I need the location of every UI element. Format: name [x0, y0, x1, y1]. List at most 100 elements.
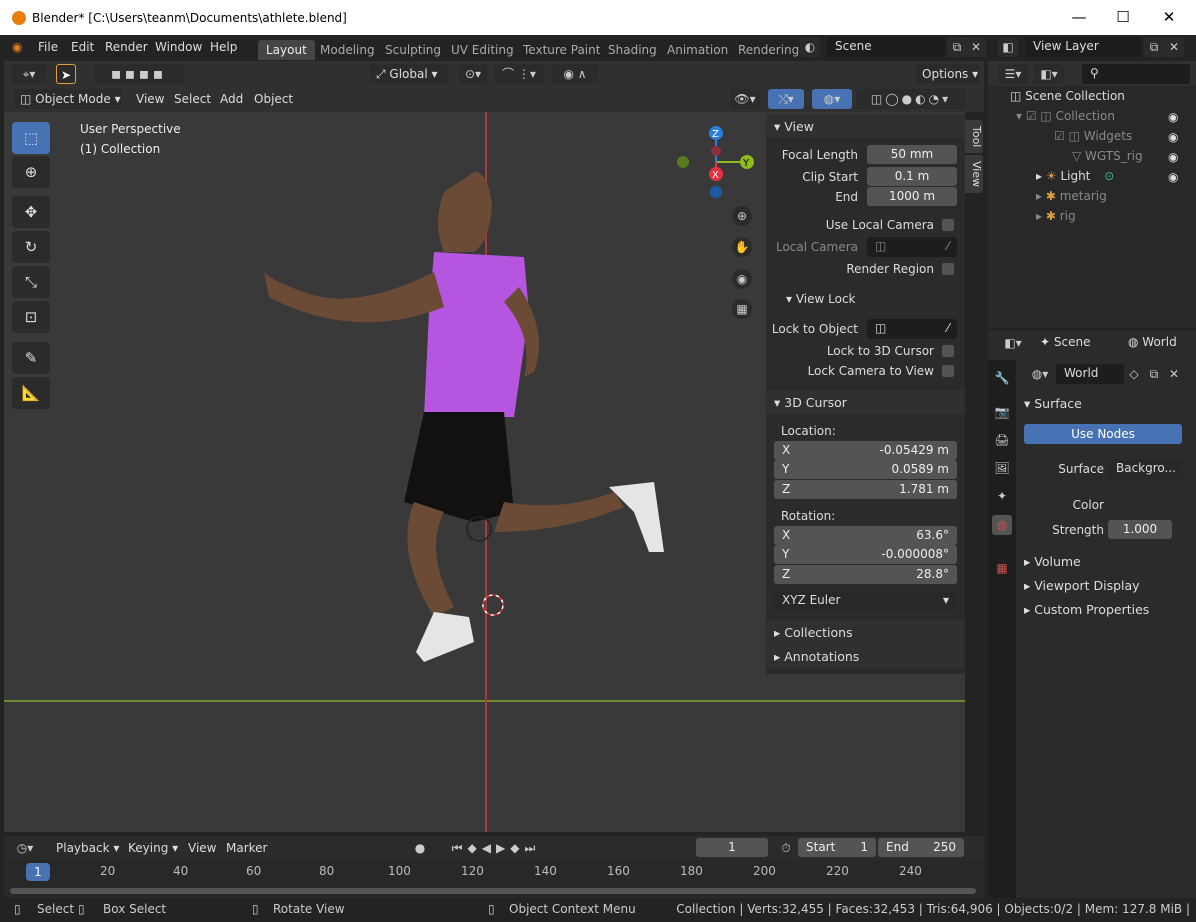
view-layer-props-icon[interactable]: 🖼 — [992, 458, 1012, 478]
outliner-row[interactable]: ☑ ◫ Widgets — [1054, 129, 1132, 149]
viewport-display-panel-header[interactable]: ▸ Viewport Display — [1024, 578, 1140, 593]
pan-hand-icon[interactable]: ✋ — [732, 237, 752, 257]
new-scene-icon[interactable]: ⧉ — [947, 37, 967, 57]
use-nodes-button[interactable]: Use Nodes — [1024, 424, 1182, 444]
world-name-field[interactable]: World — [1056, 364, 1124, 384]
object-mode-dropdown[interactable]: ◫ Object Mode ▾ — [14, 89, 122, 109]
render-region-checkbox[interactable] — [942, 263, 954, 275]
render-props-icon[interactable]: 📷 — [992, 402, 1012, 422]
outliner-row[interactable]: ▽ WGTS_rig — [1072, 149, 1143, 169]
view-lock-header[interactable]: ▾ View Lock — [786, 292, 856, 306]
use-local-camera-checkbox[interactable] — [942, 219, 954, 231]
cursor-location-z[interactable]: Z 1.781 m — [774, 480, 957, 499]
outliner-search-input[interactable]: ⚲ — [1082, 64, 1190, 84]
outliner-editor-icon[interactable]: ☰▾ — [998, 64, 1028, 84]
cursor-rotation-z[interactable]: Z 28.8° — [774, 565, 957, 584]
rotation-mode-dropdown[interactable]: XYZ Euler ▾ — [774, 591, 957, 611]
focal-length-field[interactable]: 50 mm — [867, 145, 957, 164]
options-dropdown[interactable]: Options ▾ — [916, 64, 980, 84]
header-menu-view[interactable]: View — [130, 89, 171, 109]
scene-field[interactable]: Scene — [827, 37, 945, 57]
scene-props-icon[interactable]: ✦ — [992, 486, 1012, 506]
playback-controls-icons[interactable]: ⏮◆◀▶◆⏭ — [436, 838, 556, 858]
lock-to-object-field[interactable]: ◫ ⁄ — [867, 319, 957, 339]
texture-props-icon[interactable]: ▦ — [992, 558, 1012, 578]
timeline-marker-menu[interactable]: Marker — [220, 838, 273, 858]
unlink-world-icon[interactable]: ✕ — [1164, 364, 1184, 384]
tab-rendering[interactable]: Rendering — [730, 40, 807, 60]
color-swatch[interactable] — [1108, 495, 1182, 515]
outliner-row[interactable]: ▸ ✱ metarig — [1036, 189, 1107, 209]
end-frame-field[interactable]: End 250 — [878, 838, 964, 857]
timeline-view-menu[interactable]: View — [182, 838, 222, 858]
current-frame-field[interactable]: 1 — [696, 838, 768, 857]
header-menu-add[interactable]: Add — [214, 89, 250, 109]
measure-tool-icon[interactable]: 📐 — [12, 377, 50, 409]
scene-browse-icon[interactable]: ◐ — [800, 37, 820, 57]
tab-layout[interactable]: Layout — [258, 40, 315, 60]
surface-shader-field[interactable]: Backgro... — [1108, 459, 1182, 479]
visibility-icon[interactable]: 👁▾ — [730, 89, 760, 109]
stopwatch-icon[interactable]: ⏱ — [776, 838, 796, 858]
scene-collection-row[interactable]: ◫ Scene Collection — [1010, 89, 1125, 109]
tab-shading[interactable]: Shading — [600, 40, 665, 60]
cursor-rotation-x[interactable]: X 63.6° — [774, 526, 957, 545]
blender-menu-icon[interactable]: ◉ — [12, 40, 22, 54]
transform-orientation-dropdown[interactable]: ⤢ Global ▾ — [370, 64, 448, 84]
custom-properties-panel-header[interactable]: ▸ Custom Properties — [1024, 602, 1149, 617]
3d-cursor-section-header[interactable]: ▾ 3D Cursor — [766, 390, 965, 414]
transform-tool-icon[interactable]: ⊡ — [12, 301, 50, 333]
overlay-toggle-icon[interactable]: ◍▾ — [812, 89, 852, 109]
menu-window[interactable]: Window — [155, 40, 202, 54]
new-view-layer-icon[interactable]: ⧉ — [1144, 37, 1164, 57]
collections-section-header[interactable]: ▸ Collections — [766, 620, 965, 644]
move-tool-icon[interactable]: ✥ — [12, 196, 50, 228]
select-tool-icon[interactable]: ➤ — [56, 64, 76, 84]
timeline-editor-icon[interactable]: ◷▾ — [10, 838, 40, 858]
menu-help[interactable]: Help — [210, 40, 237, 54]
tab-uv-editing[interactable]: UV Editing — [443, 40, 522, 60]
menu-render[interactable]: Render — [105, 40, 148, 54]
perspective-grid-icon[interactable]: ▦ — [732, 299, 752, 319]
timeline-scrollbar[interactable] — [10, 888, 976, 894]
lock-camera-checkbox[interactable] — [942, 365, 954, 377]
lock-to-cursor-checkbox[interactable] — [942, 345, 954, 357]
surface-panel-header[interactable]: ▾ Surface — [1024, 396, 1082, 411]
view-layer-browse-icon[interactable]: ◧ — [998, 37, 1018, 57]
local-camera-field[interactable]: ◫ ⁄ — [867, 237, 957, 257]
annotations-section-header[interactable]: ▸ Annotations — [766, 644, 965, 668]
outliner-row[interactable]: ▸ ☀ Light ⊙ — [1036, 169, 1114, 189]
eye-icon[interactable]: ◉ — [1168, 130, 1178, 144]
tab-animation[interactable]: Animation — [659, 40, 736, 60]
clip-start-field[interactable]: 0.1 m — [867, 167, 957, 186]
select-box-tool-icon[interactable]: ⬚ — [12, 122, 50, 154]
record-icon[interactable]: ● — [410, 838, 430, 858]
outliner-row[interactable]: ▸ ✱ rig — [1036, 209, 1076, 229]
outliner-row[interactable]: ▾ ☑ ◫ Collection — [1016, 109, 1115, 129]
eye-icon[interactable]: ◉ — [1168, 170, 1178, 184]
tab-texture-paint[interactable]: Texture Paint — [515, 40, 608, 60]
selection-mode-icons[interactable]: ◼◼◼◼ — [94, 64, 184, 84]
zoom-icon[interactable]: ⊕ — [732, 206, 752, 226]
gizmo-toggle-icon[interactable]: ⤭▾ — [768, 89, 804, 109]
tab-view[interactable]: View — [965, 155, 983, 194]
volume-panel-header[interactable]: ▸ Volume — [1024, 554, 1081, 569]
new-world-icon[interactable]: ⧉ — [1144, 364, 1164, 384]
tab-modeling[interactable]: Modeling — [312, 40, 383, 60]
snap-icon[interactable]: ⌒ ⋮▾ — [494, 64, 544, 84]
header-menu-object[interactable]: Object — [248, 89, 300, 109]
view-section-header[interactable]: ▾ View — [766, 114, 965, 138]
navigation-gizmo[interactable]: Y Z X — [670, 122, 760, 212]
world-browse-icon[interactable]: ◍▾ — [1026, 364, 1054, 384]
cursor-rotation-y[interactable]: Y -0.000008° — [774, 545, 957, 564]
cursor-location-x[interactable]: X -0.05429 m — [774, 441, 957, 460]
proportional-edit-icon[interactable]: ◉ ∧ — [552, 64, 598, 84]
cursor-location-y[interactable]: Y 0.0589 m — [774, 460, 957, 479]
delete-view-layer-icon[interactable]: ✕ — [1164, 37, 1184, 57]
header-menu-select[interactable]: Select — [168, 89, 218, 109]
fake-user-icon[interactable]: ◇ — [1124, 364, 1144, 384]
annotate-tool-icon[interactable]: ✎ — [12, 342, 50, 374]
props-editor-icon[interactable]: ◧▾ — [998, 333, 1028, 353]
close-button[interactable]: ✕ — [1160, 8, 1178, 26]
eye-icon[interactable]: ◉ — [1168, 110, 1178, 124]
